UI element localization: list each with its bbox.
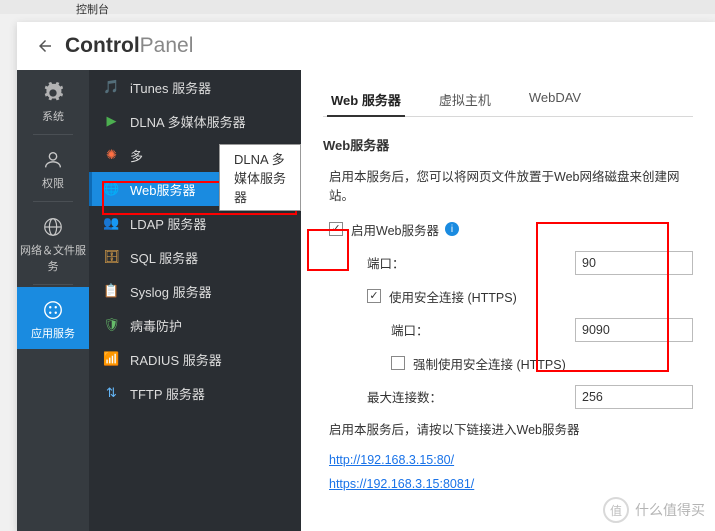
tab-bar: Web 服务器 虚拟主机 WebDAV xyxy=(323,84,693,117)
link-https[interactable]: https://192.168.3.15:8081/ xyxy=(329,477,474,491)
rail-label: 网络＆文件服务 xyxy=(17,242,89,274)
checkbox-enable-web[interactable] xyxy=(329,222,343,236)
globe-icon xyxy=(42,216,64,238)
menu-sql[interactable]: 🗄 SQL 服务器 xyxy=(89,240,301,274)
left-rail: 系统 权限 网络＆文件服务 应用服务 xyxy=(17,70,89,531)
syslog-icon: 📋 xyxy=(103,283,120,300)
label-https: 使用安全连接 (HTTPS) xyxy=(389,287,517,306)
rail-divider xyxy=(33,284,73,285)
ldap-icon: 👥 xyxy=(103,215,120,232)
menu-label: Syslog 服务器 xyxy=(130,282,212,301)
user-icon xyxy=(42,149,64,171)
menu-label: LDAP 服务器 xyxy=(130,214,206,233)
row-enable-web: 启用Web服务器 i xyxy=(323,220,693,239)
globe-icon: 🌐 xyxy=(103,181,120,198)
itunes-icon: 🎵 xyxy=(103,79,120,96)
link-http[interactable]: http://192.168.3.15:80/ xyxy=(329,453,454,467)
row-https-port: 端口： xyxy=(323,318,693,342)
database-icon: 🗄 xyxy=(103,249,120,266)
row-port: 端口： xyxy=(323,251,693,275)
apps-icon xyxy=(42,299,64,321)
rail-system[interactable]: 系统 xyxy=(17,70,89,132)
side-menu: 🎵 iTunes 服务器 ▶ DLNA 多媒体服务器 ✺ 多 🌐 Web服务器 👥 LDA… xyxy=(89,70,301,531)
watermark: 值 什么值得买 xyxy=(603,497,705,523)
dlna-icon: ▶ xyxy=(103,113,120,130)
label-max-conn: 最大连接数： xyxy=(367,387,442,406)
menu-ldap[interactable]: 👥 LDAP 服务器 xyxy=(89,206,301,240)
menu-label: TFTP 服务器 xyxy=(130,384,205,403)
menu-antivirus[interactable]: 🛡 病毒防护 xyxy=(89,308,301,342)
link-desc: 启用本服务后，请按以下链接进入Web服务器 xyxy=(329,421,693,440)
label-port: 端口： xyxy=(367,253,405,272)
input-port[interactable] xyxy=(575,251,693,275)
menu-label: Web服务器 xyxy=(130,180,196,199)
rail-appservices[interactable]: 应用服务 xyxy=(17,287,89,349)
info-icon[interactable]: i xyxy=(445,222,459,236)
shield-icon: 🛡 xyxy=(103,317,120,334)
media-icon: ✺ xyxy=(103,147,120,164)
gear-icon xyxy=(42,82,64,104)
checkbox-force-https[interactable] xyxy=(391,356,405,370)
menu-dlna[interactable]: ▶ DLNA 多媒体服务器 xyxy=(89,104,301,138)
menu-tftp[interactable]: ⇅ TFTP 服务器 xyxy=(89,376,301,410)
tab-webdav[interactable]: WebDAV xyxy=(525,84,585,116)
section-title: Web服务器 xyxy=(323,135,693,154)
menu-label: iTunes 服务器 xyxy=(130,78,211,97)
window-body: 系统 权限 网络＆文件服务 应用服务 🎵 iTunes 服务器 ▶ DLNA 多媒体… xyxy=(17,70,715,531)
rail-divider xyxy=(33,201,73,202)
menu-syslog[interactable]: 📋 Syslog 服务器 xyxy=(89,274,301,308)
menu-radius[interactable]: 📶 RADIUS 服务器 xyxy=(89,342,301,376)
rail-netfile[interactable]: 网络＆文件服务 xyxy=(17,204,89,282)
checkbox-https[interactable] xyxy=(367,289,381,303)
label-https-port: 端口： xyxy=(391,320,429,339)
tab-web-server[interactable]: Web 服务器 xyxy=(327,84,405,117)
row-force-https: 强制使用安全连接 (HTTPS) xyxy=(323,354,693,373)
row-max-conn: 最大连接数： xyxy=(323,385,693,409)
menu-itunes[interactable]: 🎵 iTunes 服务器 xyxy=(89,70,301,104)
input-max-conn[interactable] xyxy=(575,385,693,409)
arrow-left-icon xyxy=(36,37,54,55)
watermark-text: 什么值得买 xyxy=(635,500,705,520)
watermark-logo: 值 xyxy=(603,497,629,523)
menu-label: 多 xyxy=(130,146,143,165)
control-panel-window: ControlPanel 系统 权限 网络＆文件服务 应用服务 xyxy=(17,22,715,531)
rail-divider xyxy=(33,134,73,135)
wifi-icon: 📶 xyxy=(103,351,120,368)
rail-label: 权限 xyxy=(17,175,89,191)
rail-label: 系统 xyxy=(17,108,89,124)
window-title: ControlPanel xyxy=(65,34,193,58)
input-https-port[interactable] xyxy=(575,318,693,342)
back-button[interactable] xyxy=(31,32,59,60)
row-https: 使用安全连接 (HTTPS) xyxy=(323,287,693,306)
content-pane: Web 服务器 虚拟主机 WebDAV Web服务器 启用本服务后，您可以将网页… xyxy=(301,70,715,531)
rail-label: 应用服务 xyxy=(17,325,89,341)
transfer-icon: ⇅ xyxy=(103,385,120,402)
section-desc: 启用本服务后，您可以将网页文件放置于Web网络磁盘来创建网站。 xyxy=(329,168,693,206)
tab-virtual-host[interactable]: 虚拟主机 xyxy=(435,84,495,116)
titlebar: ControlPanel xyxy=(17,22,715,70)
menu-label: SQL 服务器 xyxy=(130,248,198,267)
menu-label: RADIUS 服务器 xyxy=(130,350,222,369)
menu-label: DLNA 多媒体服务器 xyxy=(130,112,246,131)
label-enable-web: 启用Web服务器 xyxy=(351,220,439,239)
menu-label: 病毒防护 xyxy=(130,316,182,335)
rail-permissions[interactable]: 权限 xyxy=(17,137,89,199)
menu-tooltip: DLNA 多媒体服务器 xyxy=(219,144,301,211)
label-force-https: 强制使用安全连接 (HTTPS) xyxy=(413,354,566,373)
desktop-topbar: 控制台 xyxy=(0,0,715,14)
